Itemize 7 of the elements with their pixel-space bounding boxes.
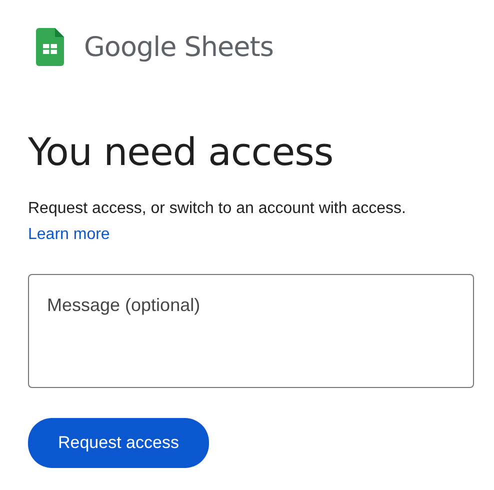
product-name: Google Sheets: [84, 32, 274, 62]
sheets-logo-icon: [36, 28, 64, 66]
message-field[interactable]: Message (optional): [28, 274, 474, 388]
page-title: You need access: [28, 130, 334, 174]
learn-more-link[interactable]: Learn more: [28, 222, 110, 248]
request-access-button[interactable]: Request access: [28, 418, 209, 468]
description: Request access, or switch to an account with access.: [28, 199, 407, 219]
